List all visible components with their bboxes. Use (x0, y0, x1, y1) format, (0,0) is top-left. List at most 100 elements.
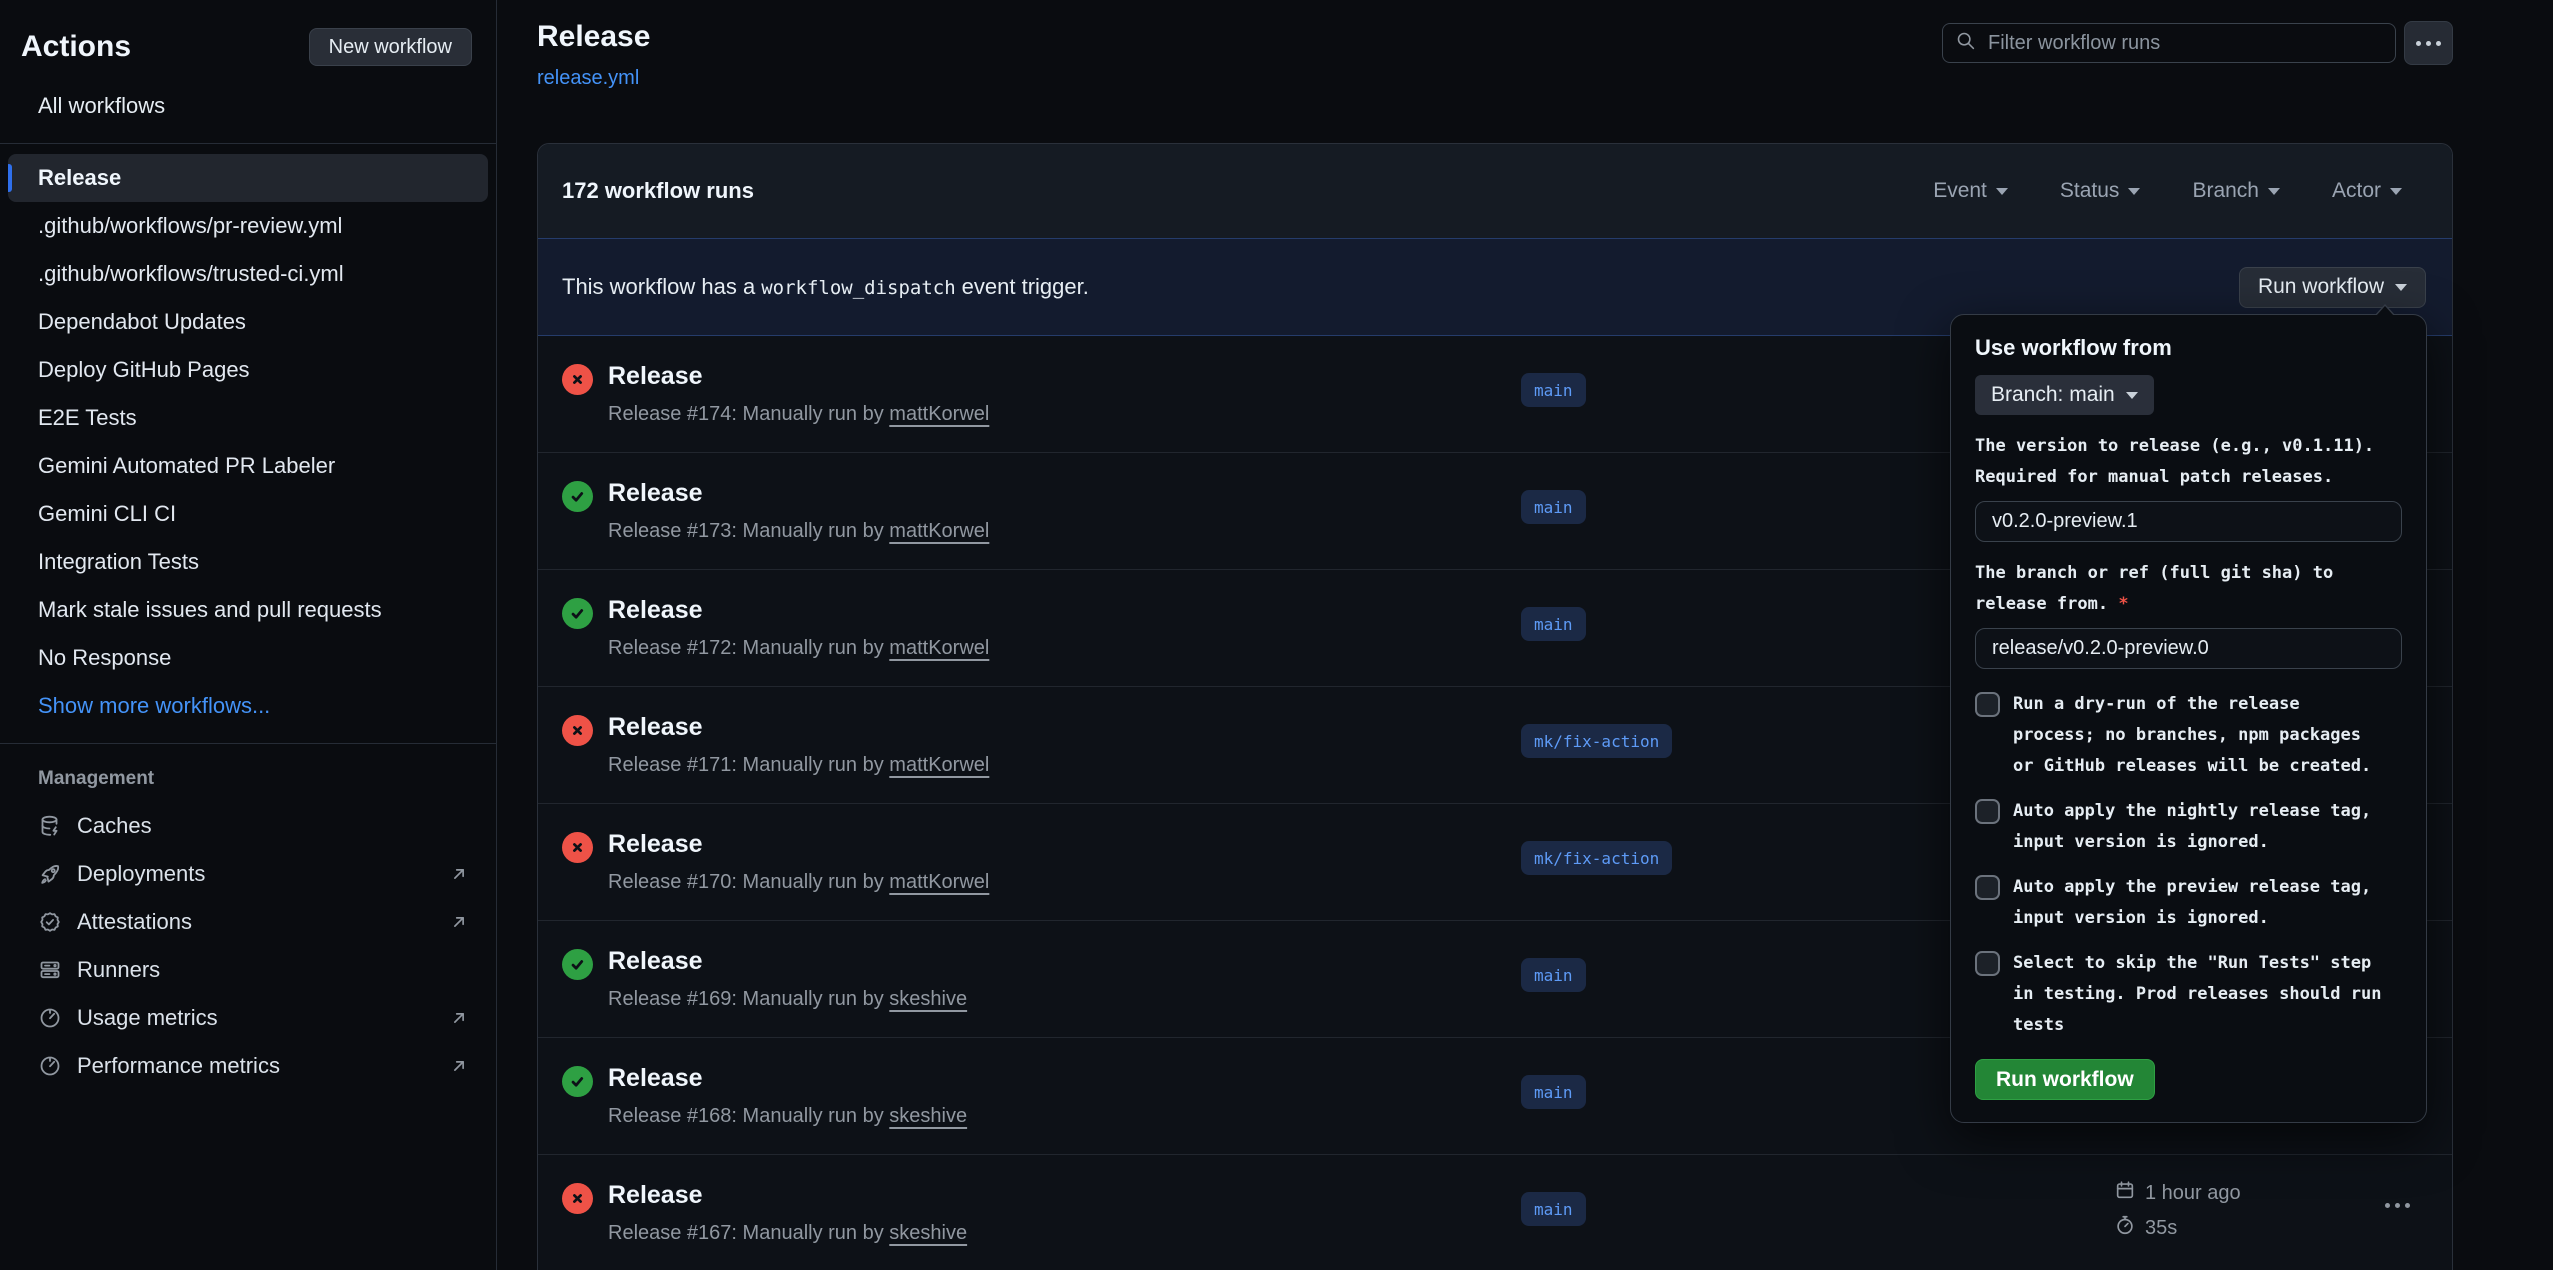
filter-dropdown-actor[interactable]: Actor (2332, 179, 2402, 203)
sidebar-item-dependabot-updates[interactable]: Dependabot Updates (8, 298, 488, 346)
filter-label: Event (1933, 179, 1987, 203)
failure-x-icon (562, 1183, 593, 1214)
gauge-icon (38, 1006, 62, 1030)
run-count: 172 workflow runs (562, 178, 754, 204)
checkbox[interactable] (1975, 692, 2000, 717)
sidebar-item-all-workflows[interactable]: All workflows (8, 82, 488, 130)
new-workflow-button[interactable]: New workflow (309, 28, 472, 66)
run-title-link[interactable]: Release (608, 1064, 703, 1093)
panel-title: Use workflow from (1975, 335, 2402, 361)
arrow-up-right-icon (448, 1055, 470, 1077)
sidebar-workflow-label: Dependabot Updates (38, 309, 246, 335)
actor-link[interactable]: mattKorwel (889, 403, 989, 425)
run-title-link[interactable]: Release (608, 947, 703, 976)
chevron-down-icon (2126, 392, 2138, 399)
filter-dropdown-event[interactable]: Event (1933, 179, 2008, 203)
checkbox[interactable] (1975, 875, 2000, 900)
sidebar-workflow-label: Deploy GitHub Pages (38, 357, 250, 383)
run-description: Release #174: Manually run by mattKorwel (608, 403, 989, 426)
sidebar-title: Actions (21, 30, 131, 64)
sidebar-management-item-performance-metrics[interactable]: Performance metrics (8, 1042, 488, 1090)
filter-dropdown-status[interactable]: Status (2060, 179, 2141, 203)
filter-label: Status (2060, 179, 2120, 203)
sidebar-management-item-usage-metrics[interactable]: Usage metrics (8, 994, 488, 1042)
checkbox[interactable] (1975, 799, 2000, 824)
workflow-options-kebab-button[interactable] (2404, 21, 2453, 65)
management-item-label: Usage metrics (77, 1005, 218, 1031)
actor-link[interactable]: mattKorwel (889, 520, 989, 542)
branch-badge[interactable]: mk/fix-action (1521, 724, 1672, 758)
sidebar-item-no-response[interactable]: No Response (8, 634, 488, 682)
actor-link[interactable]: skeshive (889, 1222, 967, 1244)
chevron-down-icon (1996, 188, 2008, 195)
workflow-file-link[interactable]: release.yml (537, 67, 639, 90)
actor-link[interactable]: mattKorwel (889, 871, 989, 893)
run-options-kebab-button[interactable] (2385, 1203, 2410, 1208)
required-asterisk: * (2118, 594, 2128, 614)
filter-workflow-runs-input[interactable] (1986, 31, 2383, 56)
run-title-link[interactable]: Release (608, 830, 703, 859)
server-icon (38, 958, 62, 982)
branch-badge[interactable]: main (1521, 490, 1586, 524)
sidebar-management-item-caches[interactable]: Caches (8, 802, 488, 850)
failure-x-icon (562, 832, 593, 863)
checkbox[interactable] (1975, 951, 2000, 976)
run-title-link[interactable]: Release (608, 713, 703, 742)
run-meta: 1 hour ago 35s (2114, 1179, 2241, 1242)
sidebar-workflow-label: .github/workflows/pr-review.yml (38, 213, 342, 239)
sidebar-management-item-runners[interactable]: Runners (8, 946, 488, 994)
run-title-link[interactable]: Release (608, 596, 703, 625)
version-input[interactable] (1975, 501, 2402, 542)
sidebar-item-deploy-github-pages[interactable]: Deploy GitHub Pages (8, 346, 488, 394)
sidebar-item-github-workflows-pr-review-yml[interactable]: .github/workflows/pr-review.yml (8, 202, 488, 250)
sidebar-item-mark-stale-issues-and-pull-requests[interactable]: Mark stale issues and pull requests (8, 586, 488, 634)
failure-x-icon (562, 715, 593, 746)
sidebar-item-integration-tests[interactable]: Integration Tests (8, 538, 488, 586)
success-check-icon (562, 949, 593, 980)
branch-badge[interactable]: main (1521, 958, 1586, 992)
run-workflow-submit-button[interactable]: Run workflow (1975, 1059, 2155, 1100)
run-title-link[interactable]: Release (608, 1181, 703, 1210)
sidebar-item-gemini-automated-pr-labeler[interactable]: Gemini Automated PR Labeler (8, 442, 488, 490)
workflow-dispatch-code: workflow_dispatch (761, 277, 955, 299)
actor-link[interactable]: mattKorwel (889, 637, 989, 659)
stopwatch-icon (2114, 1214, 2136, 1242)
page-title: Release (537, 20, 650, 54)
sidebar-item-e2e-tests[interactable]: E2E Tests (8, 394, 488, 442)
run-title-link[interactable]: Release (608, 362, 703, 391)
actor-link[interactable]: mattKorwel (889, 754, 989, 776)
branch-badge[interactable]: main (1521, 1075, 1586, 1109)
filter-dropdown-branch[interactable]: Branch (2192, 179, 2280, 203)
run-description: Release #172: Manually run by mattKorwel (608, 637, 989, 660)
management-item-label: Caches (77, 813, 152, 839)
selected-accent-bar (8, 164, 12, 192)
actor-link[interactable]: skeshive (889, 988, 967, 1010)
panel-checkbox-row: Auto apply the nightly release tag, inpu… (1975, 796, 2402, 858)
management-item-label: Performance metrics (77, 1053, 280, 1079)
filter-workflow-runs-box (1942, 23, 2396, 63)
sidebar-management-item-attestations[interactable]: Attestations (8, 898, 488, 946)
chevron-down-icon (2128, 188, 2140, 195)
panel-checkbox-list: Run a dry-run of the release process; no… (1975, 689, 2402, 1041)
sidebar-divider (0, 143, 496, 144)
branch-badge[interactable]: mk/fix-action (1521, 841, 1672, 875)
branch-badge[interactable]: main (1521, 607, 1586, 641)
panel-checkbox-row: Select to skip the "Run Tests" step in t… (1975, 948, 2402, 1041)
management-item-label: Deployments (77, 861, 205, 887)
sidebar-item-github-workflows-trusted-ci-yml[interactable]: .github/workflows/trusted-ci.yml (8, 250, 488, 298)
sidebar-management-item-deployments[interactable]: Deployments (8, 850, 488, 898)
run-workflow-dropdown-button[interactable]: Run workflow (2239, 267, 2426, 308)
branch-badge[interactable]: main (1521, 373, 1586, 407)
sidebar-item-gemini-cli-ci[interactable]: Gemini CLI CI (8, 490, 488, 538)
ref-input[interactable] (1975, 628, 2402, 669)
search-icon (1955, 30, 1976, 56)
actor-link[interactable]: skeshive (889, 1105, 967, 1127)
verified-icon (38, 910, 62, 934)
sidebar-item-show-more-workflows[interactable]: Show more workflows... (8, 682, 488, 730)
run-title-link[interactable]: Release (608, 479, 703, 508)
branch-badge[interactable]: main (1521, 1192, 1586, 1226)
run-description: Release #173: Manually run by mattKorwel (608, 520, 989, 543)
actions-sidebar: Actions New workflow All workflows Relea… (0, 0, 497, 1270)
sidebar-item-release[interactable]: Release (8, 154, 488, 202)
branch-select-button[interactable]: Branch: main (1975, 375, 2154, 415)
